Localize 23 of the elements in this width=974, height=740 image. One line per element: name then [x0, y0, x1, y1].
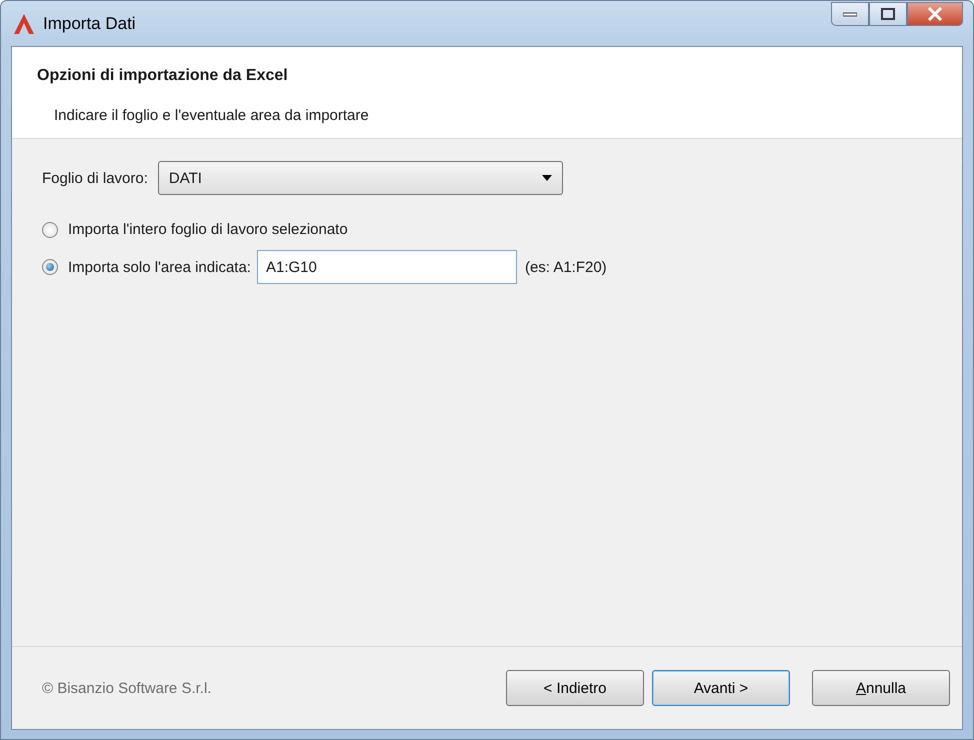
wizard-button[interactable]: Avanti > [652, 670, 790, 706]
page-title: Opzioni di importazione da Excel [37, 67, 289, 85]
wizard-button[interactable]: < Indietro [506, 670, 644, 706]
worksheet-dropdown[interactable]: DATI [158, 161, 563, 195]
area-input-field[interactable]: A1:G10 [256, 250, 517, 284]
copyright-text: © Bisanzio Software S.r.l. [42, 680, 212, 696]
page-subtitle: Indicare il foglio e l'eventuale area da importare [54, 107, 370, 124]
close-icon [927, 7, 943, 21]
maximize-button[interactable] [869, 2, 907, 26]
window-title: Importa Dati [43, 14, 137, 34]
worksheet-label: Foglio di lavoro: [42, 170, 148, 186]
radio-button[interactable] [42, 222, 58, 238]
maximize-icon [881, 8, 895, 20]
radio-label: Importa l'intero foglio di lavoro selezionato [68, 221, 348, 238]
close-button[interactable] [907, 2, 963, 26]
radio-label: Importa solo l'area indicata: [68, 258, 251, 276]
minimize-button[interactable] [831, 2, 869, 26]
minimize-icon [843, 11, 857, 17]
dropdown-arrow-icon [542, 175, 552, 181]
radio-button[interactable] [42, 259, 58, 275]
app-logo-icon [13, 12, 35, 34]
example-hint: (es: A1:F20) [524, 258, 607, 276]
wizard-button[interactable]: Annulla [812, 670, 950, 706]
